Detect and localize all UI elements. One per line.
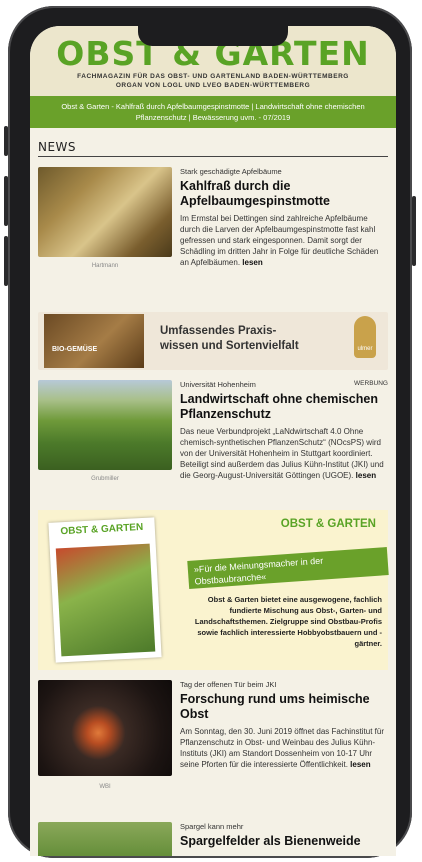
mute-switch: [4, 126, 8, 156]
news-heading: NEWS: [38, 140, 388, 157]
article-headline[interactable]: Spargelfelder als Bienenweide: [180, 834, 388, 849]
volume-up-button: [4, 176, 8, 226]
article-headline[interactable]: Forschung rund ums heimische Obst: [180, 692, 388, 722]
article-apple-moth[interactable]: Hartmann Stark geschädigte Apfelbäume Ka…: [38, 167, 388, 302]
magazine-cover-image: OBST & GARTEN: [48, 517, 162, 663]
read-more-link[interactable]: lesen: [350, 760, 370, 769]
promo-slogan: »Für die Meinungsmacher in der Obstbaubr…: [187, 547, 389, 589]
article-jki-open-day[interactable]: WBI Tag der offenen Tür beim JKI Forschu…: [38, 680, 388, 812]
article-image-asparagus[interactable]: [38, 822, 172, 856]
publisher-badge: ulmer: [354, 316, 376, 358]
article-asparagus[interactable]: Spargel kann mehr Spargelfelder als Bien…: [38, 822, 388, 856]
article-farming[interactable]: Grubmiller Universität Hohenheim WERBUNG…: [38, 380, 388, 500]
read-more-link[interactable]: lesen: [242, 258, 262, 267]
article-headline[interactable]: Landwirtschaft ohne chemischen Pflanzens…: [180, 392, 388, 422]
magazine-promo[interactable]: OBST & GARTEN OBST & GARTEN »Für die Mei…: [38, 510, 389, 670]
article-image-moth[interactable]: [38, 167, 172, 257]
book-cover-image: BIO-GEMÜSE: [44, 314, 144, 368]
cover-photo: [55, 543, 156, 657]
topic-banner[interactable]: Obst & Garten - Kahlfraß durch Apfelbaum…: [30, 96, 396, 128]
tagline-1: FACHMAGAZIN FÜR DAS OBST- UND GARTENLAND…: [77, 73, 349, 80]
article-body: Im Ermstal bei Dettingen sind zahlreiche…: [180, 214, 379, 267]
promo-text: Obst & Garten bietet eine ausgewogene, f…: [194, 595, 382, 648]
article-kicker: Tag der offenen Tür beim JKI: [180, 680, 277, 689]
promo-title: OBST & GARTEN: [280, 518, 376, 530]
book-label: BIO-GEMÜSE: [52, 346, 98, 353]
power-button: [412, 196, 416, 266]
notch: [138, 26, 288, 46]
article-kicker: Spargel kann mehr: [180, 822, 244, 831]
ad-banner-bio-gemuese[interactable]: BIO-GEMÜSE Umfassendes Praxis- wissen un…: [38, 312, 388, 370]
screen: OBST & GARTEN FACHMAGAZIN FÜR DAS OBST- …: [30, 26, 396, 856]
image-credit: WBI: [99, 784, 111, 790]
ad-claim-line-2: wissen und Sortenvielfalt: [160, 340, 299, 352]
read-more-link[interactable]: lesen: [356, 471, 376, 480]
image-credit: Hartmann: [91, 263, 119, 269]
article-body: Das neue Verbundprojekt „LaNdwirtschaft …: [180, 427, 384, 480]
tagline-2: ORGAN VON LOGL UND LVEO BADEN-WÜRTTEMBER…: [115, 82, 311, 89]
ad-label: WERBUNG: [354, 380, 388, 387]
magazine-cover-title: OBST & GARTEN: [60, 521, 144, 538]
article-image-field[interactable]: [38, 380, 172, 470]
ad-claim-line-1: Umfassendes Praxis-: [160, 325, 277, 337]
article-headline[interactable]: Kahlfraß durch die Apfelbaumgespinstmott…: [180, 179, 388, 209]
article-kicker: Stark geschädigte Apfelbäume: [180, 167, 282, 176]
volume-down-button: [4, 236, 8, 286]
article-image-fruitfly[interactable]: [38, 680, 172, 776]
ad-claim: Umfassendes Praxis- wissen und Sortenvie…: [160, 324, 299, 354]
image-credit: Grubmiller: [91, 476, 119, 482]
